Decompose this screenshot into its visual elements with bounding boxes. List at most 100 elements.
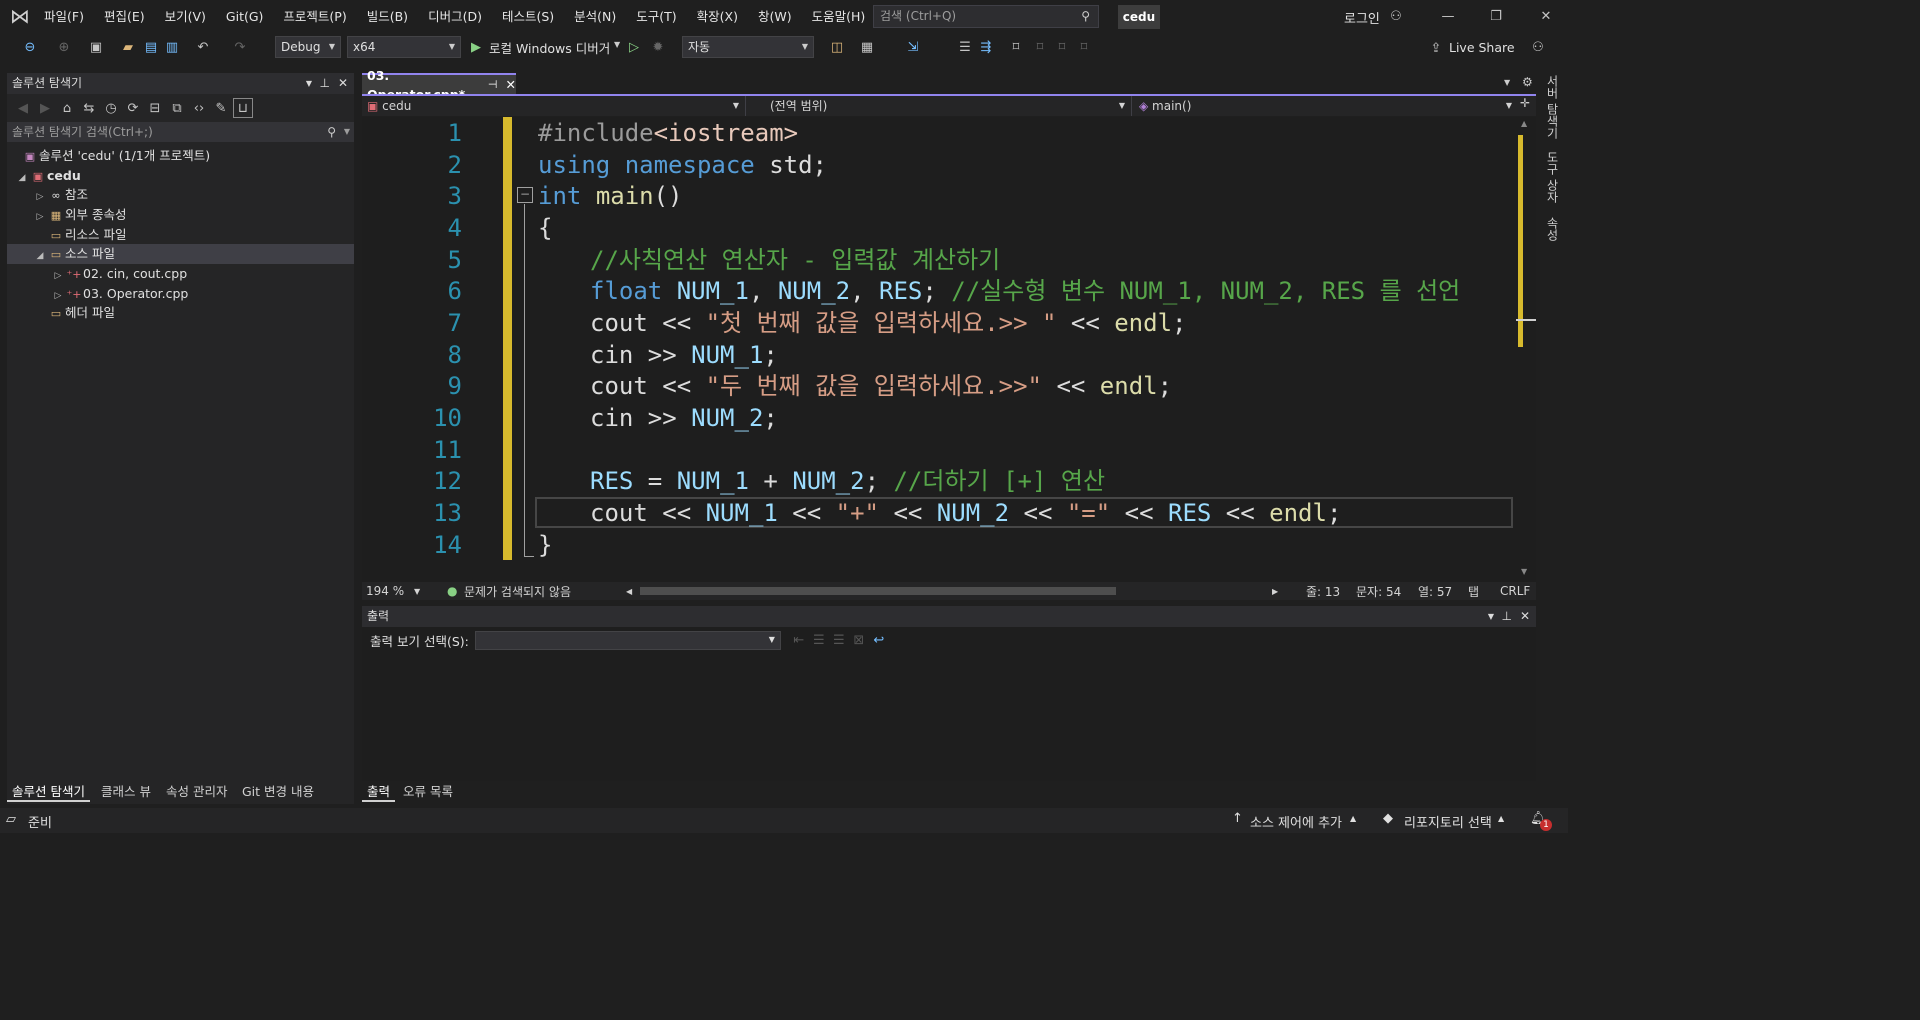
- home-icon[interactable]: ⌂: [57, 98, 77, 118]
- scroll-left-icon[interactable]: ◀: [626, 587, 632, 596]
- select-repository-button[interactable]: 리포지토리 선택: [1404, 812, 1492, 831]
- indent-icon[interactable]: ☰: [955, 37, 975, 57]
- start-debugging-button[interactable]: 로컬 Windows 디버거: [489, 38, 610, 57]
- line-indicator[interactable]: 줄: 13: [1306, 583, 1340, 600]
- editor-tab-operator[interactable]: 03. Operator.cpp* ⊣ ✕: [362, 68, 516, 102]
- start-debugging-icon[interactable]: ▶: [466, 37, 486, 57]
- solution-name-badge[interactable]: cedu: [1118, 5, 1160, 29]
- tab-property-manager[interactable]: 속성 관리자: [161, 782, 232, 802]
- split-editor-icon[interactable]: ✛: [1520, 96, 1530, 110]
- pin-icon[interactable]: ⊥: [320, 73, 330, 94]
- scroll-up-icon[interactable]: ▲: [1521, 119, 1527, 128]
- member-nav-select[interactable]: ◈ main() ▼: [1134, 96, 1518, 116]
- close-icon[interactable]: ✕: [1536, 6, 1556, 26]
- forward-icon[interactable]: ▶: [35, 98, 55, 118]
- pending-changes-icon[interactable]: ◷: [101, 98, 121, 118]
- login-link[interactable]: 로그인: [1344, 8, 1380, 27]
- menu-project[interactable]: 프로젝트(P): [273, 0, 356, 33]
- scroll-right-icon[interactable]: ▶: [1272, 587, 1278, 596]
- menu-tools[interactable]: 도구(T): [626, 0, 686, 33]
- zoom-select[interactable]: 194 %: [366, 584, 404, 598]
- panel-dropdown-icon[interactable]: ▼: [306, 73, 312, 94]
- live-share-icon[interactable]: ⇪: [1426, 38, 1446, 58]
- menu-analyze[interactable]: 분석(N): [564, 0, 626, 33]
- debugger-dropdown-icon[interactable]: ▼: [614, 40, 620, 49]
- tab-close-icon[interactable]: ✕: [506, 75, 516, 94]
- restore-icon[interactable]: ❐: [1486, 6, 1506, 26]
- toolbox-tab[interactable]: 도구 상자: [1544, 151, 1561, 203]
- undo-icon[interactable]: ↶: [193, 37, 213, 57]
- menu-file[interactable]: 파일(F): [34, 0, 94, 33]
- back-icon[interactable]: ◀: [13, 98, 33, 118]
- go-to-message-icon[interactable]: ⇤: [789, 630, 809, 650]
- collapse-all-icon[interactable]: ⊟: [145, 98, 165, 118]
- open-file-icon[interactable]: ▰: [118, 37, 138, 57]
- account-settings-icon[interactable]: ⚇: [1386, 6, 1406, 26]
- bookmark-icon[interactable]: ⌑: [1006, 37, 1026, 57]
- layout-icon[interactable]: ▦: [857, 37, 877, 57]
- global-search-input[interactable]: 검색 (Ctrl+Q) ⚲: [873, 5, 1099, 28]
- pin-icon[interactable]: ⊥: [1502, 606, 1512, 627]
- scroll-down-icon[interactable]: ▼: [1521, 567, 1527, 576]
- menu-test[interactable]: 테스트(S): [492, 0, 564, 33]
- minimize-icon[interactable]: —: [1438, 6, 1458, 26]
- char-indicator[interactable]: 문자: 54: [1356, 583, 1401, 600]
- view-code-icon[interactable]: ‹›: [189, 98, 209, 118]
- tab-git-changes[interactable]: Git 변경 내용: [237, 782, 319, 802]
- configuration-select[interactable]: Debug ▼: [275, 36, 341, 58]
- panel-close-icon[interactable]: ✕: [1520, 606, 1530, 627]
- pin-icon[interactable]: ⊣: [488, 75, 498, 94]
- next-message-icon[interactable]: ☰: [829, 630, 849, 650]
- redo-icon[interactable]: ↷: [230, 37, 250, 57]
- word-wrap-icon[interactable]: ↩: [869, 630, 889, 650]
- forward-icon[interactable]: ⊕: [54, 37, 74, 57]
- menu-build[interactable]: 빌드(B): [357, 0, 418, 33]
- menu-view[interactable]: 보기(V): [155, 0, 216, 33]
- hot-reload-icon[interactable]: ✹: [648, 37, 668, 57]
- tab-solution-explorer[interactable]: 솔루션 탐색기: [7, 782, 90, 802]
- horizontal-scrollbar-thumb[interactable]: [640, 587, 1116, 595]
- clear-all-icon[interactable]: ⊠: [849, 630, 869, 650]
- menu-window[interactable]: 창(W): [748, 0, 802, 33]
- properties-icon[interactable]: ✎: [211, 98, 231, 118]
- tab-list-dropdown-icon[interactable]: ▼: [1504, 78, 1510, 87]
- next-bookmark-icon[interactable]: ⌑: [1052, 37, 1072, 57]
- step-icon[interactable]: ⇲: [903, 37, 923, 57]
- save-icon[interactable]: ▤: [141, 37, 161, 57]
- add-to-source-control-button[interactable]: 소스 제어에 추가: [1250, 812, 1342, 831]
- panel-dropdown-icon[interactable]: ▼: [1488, 606, 1494, 627]
- clear-bookmark-icon[interactable]: ⌑: [1074, 37, 1094, 57]
- issues-status[interactable]: 문제가 검색되지 않음: [464, 583, 571, 600]
- start-without-debugging-icon[interactable]: ▷: [624, 37, 644, 57]
- solution-explorer-icon[interactable]: ◫: [827, 37, 847, 57]
- tab-mode-indicator[interactable]: 탭: [1468, 583, 1479, 600]
- save-all-icon[interactable]: ▥: [162, 37, 182, 57]
- editor-settings-icon[interactable]: ⚙: [1522, 75, 1533, 89]
- project-nav-select[interactable]: ▣ cedu ▼: [362, 96, 746, 116]
- tab-class-view[interactable]: 클래스 뷰: [96, 782, 156, 802]
- editor-vertical-scrollbar[interactable]: ▲ ▼: [1516, 117, 1536, 582]
- menu-debug[interactable]: 디버그(D): [418, 0, 492, 33]
- live-share-button[interactable]: Live Share: [1449, 40, 1515, 55]
- column-indicator[interactable]: 열: 57: [1418, 583, 1452, 600]
- switch-views-icon[interactable]: ⇆: [79, 98, 99, 118]
- properties-tab[interactable]: 속성: [1544, 217, 1561, 241]
- output-source-select[interactable]: ▼: [474, 630, 781, 650]
- eol-indicator[interactable]: CRLF: [1500, 584, 1530, 598]
- menu-edit[interactable]: 편집(E): [94, 0, 155, 33]
- preview-icon[interactable]: ⊔: [233, 98, 253, 118]
- server-explorer-tab[interactable]: 서버 탐색기: [1544, 75, 1561, 139]
- show-all-files-icon[interactable]: ⧉: [167, 98, 187, 118]
- tab-output[interactable]: 출력: [362, 782, 396, 802]
- feedback-icon[interactable]: ⚇: [1528, 37, 1548, 57]
- prev-bookmark-icon[interactable]: ⌑: [1030, 37, 1050, 57]
- tab-error-list[interactable]: 오류 목록: [398, 782, 458, 802]
- scope-nav-select[interactable]: (전역 범위) ▼: [748, 96, 1132, 116]
- menu-help[interactable]: 도움말(H): [802, 0, 876, 33]
- panel-close-icon[interactable]: ✕: [338, 73, 348, 94]
- previous-message-icon[interactable]: ☰: [809, 630, 829, 650]
- menu-git[interactable]: Git(G): [216, 0, 274, 33]
- menu-extensions[interactable]: 확장(X): [687, 0, 748, 33]
- sync-icon[interactable]: ⟳: [123, 98, 143, 118]
- comment-icon[interactable]: ⇶: [976, 37, 996, 57]
